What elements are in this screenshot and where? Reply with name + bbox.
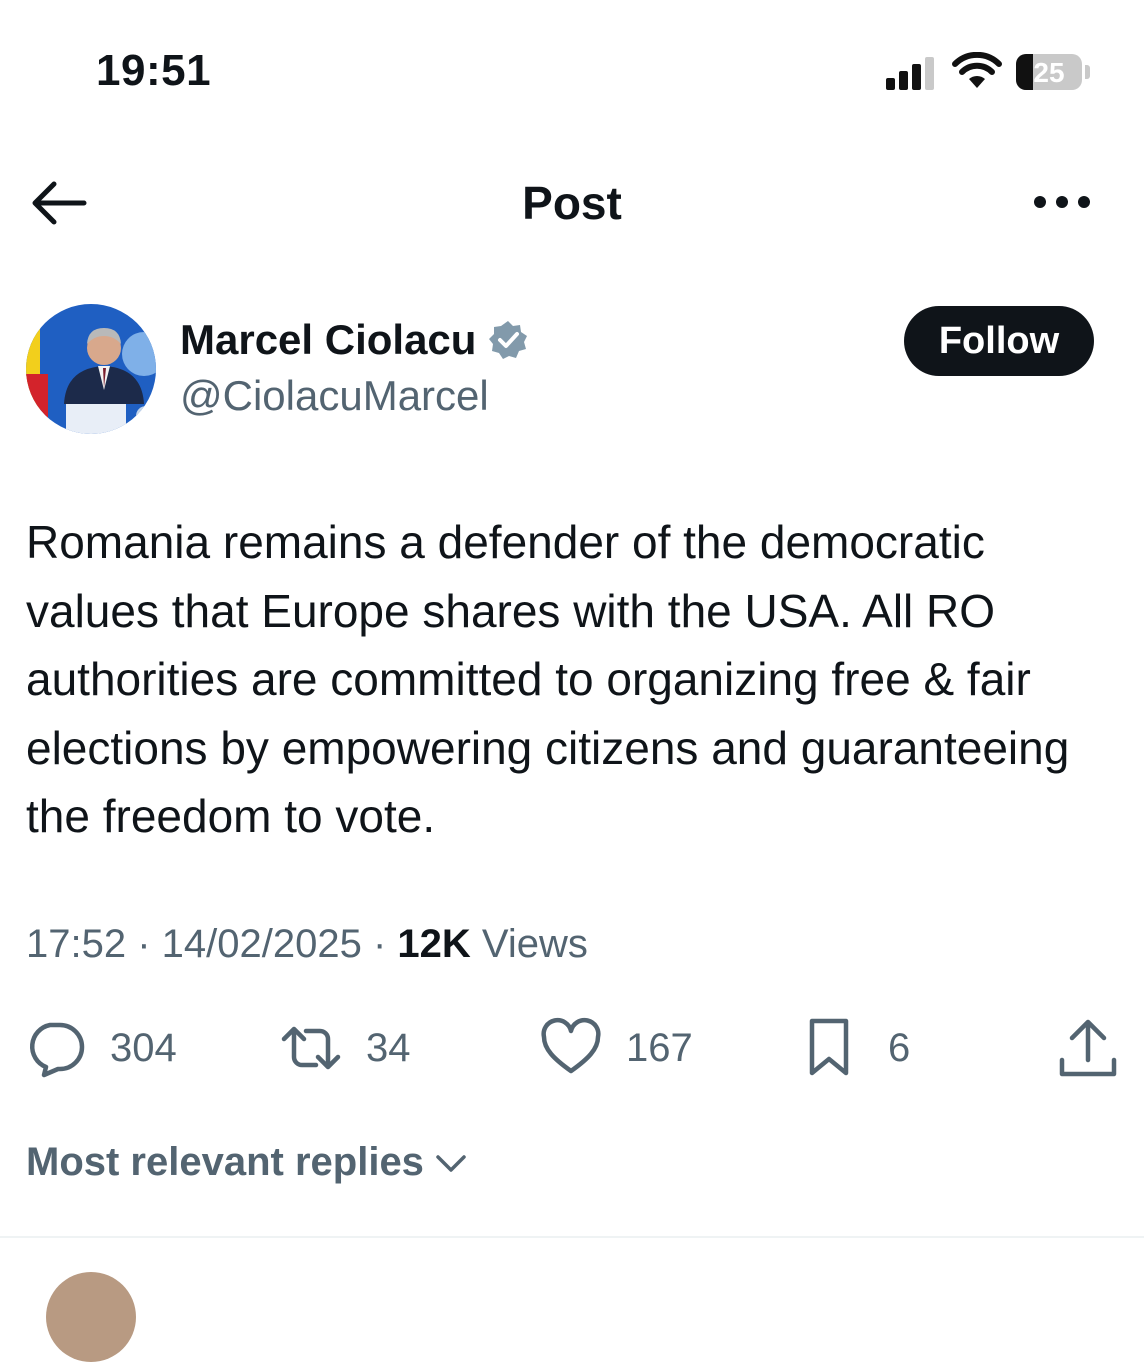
author-name[interactable]: Marcel Ciolacu bbox=[180, 316, 476, 364]
status-time: 19:51 bbox=[96, 46, 212, 95]
like-button[interactable]: 167 bbox=[540, 1016, 693, 1080]
repost-icon bbox=[281, 1026, 341, 1070]
replies-sort-dropdown[interactable]: Most relevant replies bbox=[26, 1140, 468, 1185]
reply-icon bbox=[29, 1022, 85, 1078]
author-handle[interactable]: @CiolacuMarcel bbox=[180, 372, 489, 420]
reply-button[interactable]: 304 bbox=[24, 1016, 177, 1080]
post-time: 17:52 bbox=[26, 922, 127, 966]
reply-count: 304 bbox=[110, 1025, 177, 1070]
post-text: Romania remains a defender of the democr… bbox=[26, 516, 1070, 842]
bookmark-icon bbox=[809, 1018, 849, 1076]
wifi-icon bbox=[952, 52, 1002, 88]
replies-sort-label: Most relevant replies bbox=[26, 1140, 424, 1184]
reply-avatar[interactable] bbox=[46, 1272, 136, 1362]
follow-button[interactable]: Follow bbox=[904, 306, 1094, 376]
chevron-down-icon bbox=[436, 1154, 466, 1172]
meta-separator: · bbox=[361, 922, 398, 966]
views-count: 12K bbox=[397, 922, 471, 966]
page-title: Post bbox=[522, 177, 622, 229]
like-icon bbox=[541, 1017, 601, 1074]
like-count: 167 bbox=[626, 1025, 693, 1070]
repost-count: 34 bbox=[366, 1025, 411, 1070]
share-icon[interactable] bbox=[1056, 1016, 1120, 1080]
more-icon[interactable] bbox=[1032, 190, 1092, 214]
battery-level: 25 bbox=[1033, 57, 1065, 88]
avatar[interactable] bbox=[26, 304, 156, 434]
signal-icon bbox=[886, 57, 934, 90]
views-label[interactable]: Views bbox=[482, 922, 588, 966]
bookmark-count: 6 bbox=[888, 1025, 911, 1070]
verified-icon bbox=[489, 321, 528, 359]
post-metadata: 17:52 · 14/02/2025 · 12K Views bbox=[26, 922, 588, 967]
meta-separator: · bbox=[126, 922, 162, 966]
bookmark-button[interactable]: 6 bbox=[802, 1016, 910, 1080]
repost-button[interactable]: 34 bbox=[280, 1016, 411, 1080]
divider bbox=[0, 1236, 1144, 1238]
author-name-row: Marcel Ciolacu bbox=[180, 316, 528, 364]
battery-icon: 25 bbox=[1016, 54, 1090, 92]
post-date: 14/02/2025 bbox=[161, 922, 362, 966]
